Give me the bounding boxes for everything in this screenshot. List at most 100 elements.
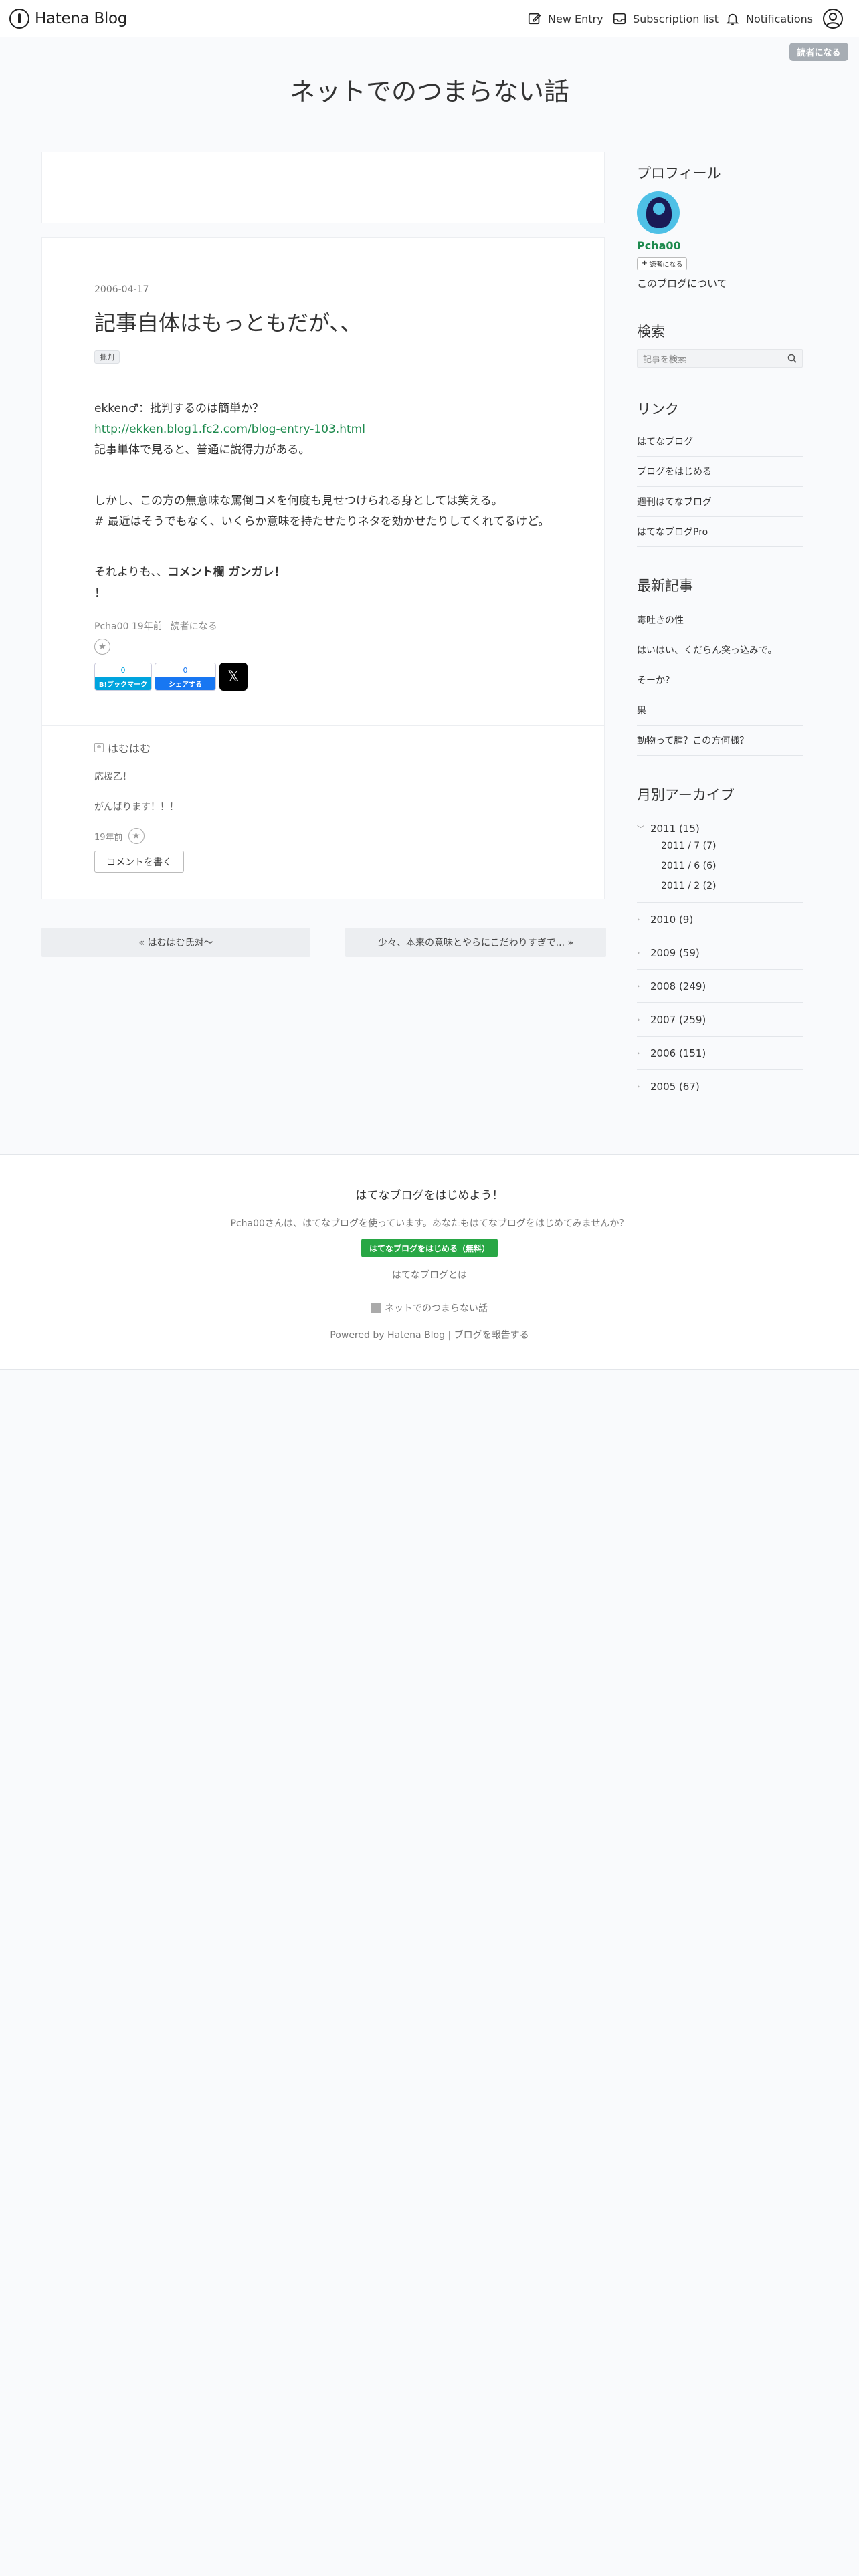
entry-time-link[interactable]: 19年前 [132,621,163,632]
facebook-share-label: シェアする [155,677,215,690]
archive-year-link[interactable]: 2005 (67) [650,1081,700,1093]
facebook-share-count: 0 [155,663,215,677]
sidebar-link-item[interactable]: はてなブログPro [637,517,803,547]
subscription-list-label: Subscription list [633,12,719,25]
archive-year-link[interactable]: 2008 (249) [650,980,706,992]
chevron-down-icon[interactable]: ﹀ [637,823,644,834]
chevron-right-icon[interactable]: › [637,1049,644,1057]
add-star-icon[interactable]: ★ [128,828,145,844]
archive-year-link[interactable]: 2010 (9) [650,914,693,926]
sidebar-link-item[interactable]: 週刊はてなブログ [637,487,803,517]
bookmark-count: 0 [95,663,151,677]
hatena-bookmark-button[interactable]: 0 B!ブックマーク [94,663,152,691]
pencil-square-icon [528,13,541,25]
comment-author-name: はむはむ [108,742,151,755]
top-bar: Hatena Blog New Entry Subscription list … [0,0,859,37]
entry-text: ekken♂：批判するのは簡単か？ [94,402,264,415]
search-input[interactable]: 記事を検索 [637,349,803,368]
blog-icon [371,1303,381,1313]
x-logo-icon: 𝕏 [227,668,240,685]
entry-title[interactable]: 記事自体はもっともだが、、 [94,306,361,337]
chevron-right-icon[interactable]: › [637,982,644,990]
logo-text: Hatena Blog [35,10,128,27]
bell-icon [726,13,739,25]
chevron-right-icon[interactable]: › [637,1082,644,1091]
archive-year-item: › 2010 (9) [637,903,803,936]
x-share-button[interactable]: 𝕏 [219,663,248,691]
comment-text: 応援乙！ [94,772,132,782]
archive-year-link[interactable]: 2011 (15) [650,823,700,835]
archive-month-link[interactable]: 2011 / 2 (2) [661,876,716,896]
archive-year-link[interactable]: 2006 (151) [650,1047,706,1059]
entry-paragraph-2: しかし、この方の無意味な罵倒コメを何度も見せつけられる身としては笑える。 # 最… [94,491,549,532]
archive-year-link[interactable]: 2007 (259) [650,1014,706,1026]
archive-year-item: › 2006 (151) [637,1037,803,1070]
ad-placeholder [41,152,605,223]
archive-year-item: › 2007 (259) [637,1003,803,1037]
new-entry-button[interactable]: New Entry [527,9,603,28]
search-placeholder: 記事を検索 [643,354,687,365]
powered-by[interactable]: Powered by Hatena Blog | ブログを報告する [0,1328,859,1341]
recent-entry-link[interactable]: 毒吐きの性 [637,605,803,635]
profile-subscribe-button[interactable]: ✚ 読者になる [637,257,688,270]
recent-entry-link[interactable]: 果 [637,695,803,726]
blog-title[interactable]: ネットでのつまらない話 [0,71,859,108]
user-menu-button[interactable] [822,8,844,29]
archive-year-2011: ﹀ 2011 (15) 2011 / 7 (7) 2011 / 6 (6) 201… [637,809,803,903]
chevron-right-icon[interactable]: › [637,1015,644,1024]
about-blog-link[interactable]: このブログについて [637,276,727,290]
subscription-list-button[interactable]: Subscription list [612,9,719,28]
recent-entry-link[interactable]: そーか？ [637,665,803,695]
chevron-right-icon[interactable]: › [637,915,644,924]
profile-heading: プロフィール [637,165,721,181]
user-circle-icon [823,9,843,29]
comments-divider [42,725,604,726]
archive-year-link[interactable]: 2009 (59) [650,947,700,959]
links-heading: リンク [637,401,679,417]
entry-date[interactable]: 2006-04-17 [94,284,149,295]
recent-entry-link[interactable]: はいはい、くだらん突っ込みで。 [637,635,803,665]
archive-year-item: › 2009 (59) [637,936,803,970]
hatena-blog-logo[interactable]: Hatena Blog [9,8,127,29]
about-hatena-blog-link[interactable]: はてなブログとは [0,1268,859,1281]
next-entry-link[interactable]: 少々、本来の意味とやらにこだわりすぎで... » [345,928,606,957]
comment-author[interactable]: はむはむ [94,740,151,756]
recent-entry-link[interactable]: 動物って腫？この方何様？ [637,726,803,756]
comment-time-link[interactable]: 19年前 [94,830,123,843]
archive-heading: 月別アーカイブ [637,787,735,803]
plus-icon: ✚ [642,260,648,267]
profile-avatar[interactable] [637,191,680,234]
hatena-logo-icon [9,9,29,29]
write-comment-button[interactable]: コメントを書く [94,851,184,873]
chevron-right-icon[interactable]: › [637,948,644,957]
new-entry-label: New Entry [548,12,603,25]
start-blog-button[interactable]: はてなブログをはじめる（無料） [361,1239,498,1257]
sidebar-link-item[interactable]: はてなブログ [637,427,803,457]
archive-month-link[interactable]: 2011 / 7 (7) [661,836,716,856]
entry-external-link[interactable]: http://ekken.blog1.fc2.com/blog-entry-10… [94,423,365,436]
entry-text: それよりも、、 [94,566,168,579]
add-star-icon[interactable]: ★ [94,639,110,655]
search-icon[interactable] [787,354,797,363]
entry-paragraph-3: それよりも、、コメント欄 ガンガレ！ ！ [94,562,286,604]
entry-category-tag[interactable]: 批判 [94,350,120,364]
recent-entries-list: 毒吐きの性 はいはい、くだらん突っ込みで。 そーか？ 果 動物って腫？この方何様… [637,605,803,756]
subscribe-reader-button[interactable]: 読者になる [789,43,848,61]
notifications-button[interactable]: Notifications [725,9,813,28]
facebook-share-button[interactable]: 0 シェアする [155,663,216,691]
archive-month-link[interactable]: 2011 / 6 (6) [661,856,716,876]
links-list: はてなブログ ブログをはじめる 週刊はてなブログ はてなブログPro [637,427,803,547]
entry-footer-meta: Pcha00 19年前 読者になる [94,619,217,633]
profile-subscribe-label: 読者になる [649,261,683,269]
previous-entry-link[interactable]: « はむはむ氏対〜 [41,928,310,957]
entry-text: しかし、この方の無意味な罵倒コメを何度も見せつけられる身としては笑える。 [94,494,503,508]
profile-name[interactable]: Pcha00 [637,239,681,252]
footer-blog-link[interactable]: ネットでのつまらない話 [0,1301,859,1315]
user-avatar-icon [94,743,104,752]
entry-reader-link[interactable]: 読者になる [171,619,217,633]
archive-year-item: › 2008 (249) [637,970,803,1003]
entry-author-link[interactable]: Pcha00 [94,621,128,632]
sidebar-link-item[interactable]: ブログをはじめる [637,457,803,487]
search-heading: 検索 [637,324,665,340]
entry-bold-text: コメント欄 ガンガレ！ [167,566,286,579]
